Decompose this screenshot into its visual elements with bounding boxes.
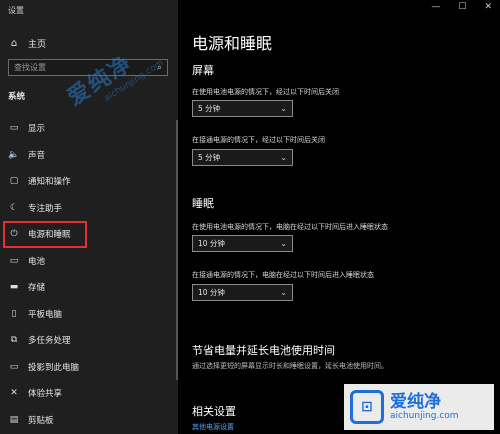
screen-battery-select[interactable]: 5 分钟 ⌄ <box>192 100 293 117</box>
screen-battery-value: 5 分钟 <box>198 104 221 113</box>
sidebar-item-label: 体验共享 <box>28 389 63 400</box>
sidebar-item-label: 多任务处理 <box>28 336 71 347</box>
sidebar-item-tablet[interactable]: ▯ 平板电脑 <box>0 301 178 328</box>
close-button[interactable]: ✕ <box>484 2 492 12</box>
multitasking-icon: ⧉ <box>10 335 18 346</box>
sleep-plugged-value: 10 分钟 <box>198 288 225 297</box>
sidebar-item-home[interactable]: ⌂ 主页 <box>8 36 46 50</box>
sidebar-item-label: 声音 <box>28 150 46 161</box>
sleep-battery-select[interactable]: 10 分钟 ⌄ <box>192 235 293 252</box>
sidebar-item-label: 专注助手 <box>28 203 63 214</box>
sidebar-item-label: 显示 <box>28 124 46 135</box>
sidebar-item-storage[interactable]: ▬ 存储 <box>0 274 178 301</box>
brand-logo-icon: ⊡ <box>350 390 384 424</box>
notification-icon: ▢ <box>9 176 19 187</box>
sleep-plugged-label: 在接通电源的情况下，电脑在经过以下时间后进入睡眠状态 <box>192 271 374 279</box>
sidebar-item-projecting[interactable]: ▭ 投影到此电脑 <box>0 354 178 381</box>
window-title: 设置 <box>8 6 24 15</box>
screen-heading: 屏幕 <box>192 64 214 77</box>
watermark-corner-url: aichunjing.com <box>390 411 459 421</box>
window-controls: — ☐ ✕ <box>431 2 492 12</box>
sidebar-item-label: 剪贴板 <box>28 415 54 426</box>
sidebar-item-battery[interactable]: ▭ 电池 <box>0 248 178 275</box>
sidebar-item-display[interactable]: ▭ 显示 <box>0 115 178 142</box>
sidebar-item-sound[interactable]: 🔈 声音 <box>0 142 178 169</box>
sleep-plugged-select[interactable]: 10 分钟 ⌄ <box>192 284 293 301</box>
clipboard-icon: ▤ <box>9 414 19 425</box>
battery-icon: ▭ <box>9 255 19 266</box>
sidebar-item-multitasking[interactable]: ⧉ 多任务处理 <box>0 327 178 354</box>
sidebar-item-label: 电源和睡眠 <box>28 230 71 241</box>
screen-plugged-select[interactable]: 5 分钟 ⌄ <box>192 149 293 166</box>
tablet-icon: ▯ <box>11 308 17 319</box>
sidebar-nav: ▭ 显示 🔈 声音 ▢ 通知和操作 ☾ 专注助手 ⏻ 电源和睡眠 ▭ 电池 ▬ … <box>0 115 178 433</box>
projection-icon: ▭ <box>9 361 19 372</box>
watermark-logo: ⊡ 爱纯净 aichunjing.com <box>344 384 494 430</box>
sidebar-item-notifications[interactable]: ▢ 通知和操作 <box>0 168 178 195</box>
sidebar-item-label: 电池 <box>28 256 46 267</box>
sidebar-item-shared-experiences[interactable]: ✕ 体验共享 <box>0 380 178 407</box>
sidebar-item-label: 通知和操作 <box>28 177 71 188</box>
chevron-down-icon: ⌄ <box>280 239 287 248</box>
moon-icon: ☾ <box>9 202 19 213</box>
sleep-battery-label: 在使用电池电源的情况下，电脑在经过以下时间后进入睡眠状态 <box>192 223 388 231</box>
page-title: 电源和睡眠 <box>192 34 273 53</box>
chevron-down-icon: ⌄ <box>280 104 287 113</box>
save-power-description: 通过选择更短的屏幕显示时长和睡眠设置，延长电池使用时间。 <box>192 362 388 370</box>
share-icon: ✕ <box>10 388 18 399</box>
storage-icon: ▬ <box>9 282 19 293</box>
maximize-button[interactable]: ☐ <box>458 2 466 12</box>
home-icon: ⌂ <box>10 37 18 49</box>
sidebar-item-label: 投影到此电脑 <box>28 362 80 373</box>
speaker-icon: 🔈 <box>8 149 20 160</box>
save-power-heading: 节省电量并延长电池使用时间 <box>192 344 335 357</box>
sidebar-item-clipboard[interactable]: ▤ 剪贴板 <box>0 407 178 434</box>
section-label-system: 系统 <box>8 92 26 102</box>
sidebar-item-power-sleep[interactable]: ⏻ 电源和睡眠 <box>3 221 87 248</box>
main-content: — ☐ ✕ 电源和睡眠 屏幕 在使用电池电源的情况下，经过以下时间后关闭 5 分… <box>178 0 500 434</box>
sleep-heading: 睡眠 <box>192 197 214 210</box>
minimize-button[interactable]: — <box>431 2 440 12</box>
additional-power-settings-link[interactable]: 其他电源设置 <box>192 422 234 432</box>
screen-plugged-value: 5 分钟 <box>198 153 221 162</box>
power-icon: ⏻ <box>10 229 18 240</box>
related-settings-heading: 相关设置 <box>192 405 236 418</box>
sidebar-item-label: 平板电脑 <box>28 309 63 320</box>
watermark-corner-text: 爱纯净 <box>390 392 441 412</box>
sidebar-item-label: 存储 <box>28 283 46 294</box>
chevron-down-icon: ⌄ <box>280 153 287 162</box>
sleep-battery-value: 10 分钟 <box>198 239 225 248</box>
chevron-down-icon: ⌄ <box>280 288 287 297</box>
sidebar-item-focus-assist[interactable]: ☾ 专注助手 <box>0 195 178 222</box>
screen-battery-label: 在使用电池电源的情况下，经过以下时间后关闭 <box>192 88 339 96</box>
home-label: 主页 <box>28 39 47 50</box>
monitor-icon: ▭ <box>9 123 19 134</box>
screen-plugged-label: 在接通电源的情况下，经过以下时间后关闭 <box>192 136 325 144</box>
